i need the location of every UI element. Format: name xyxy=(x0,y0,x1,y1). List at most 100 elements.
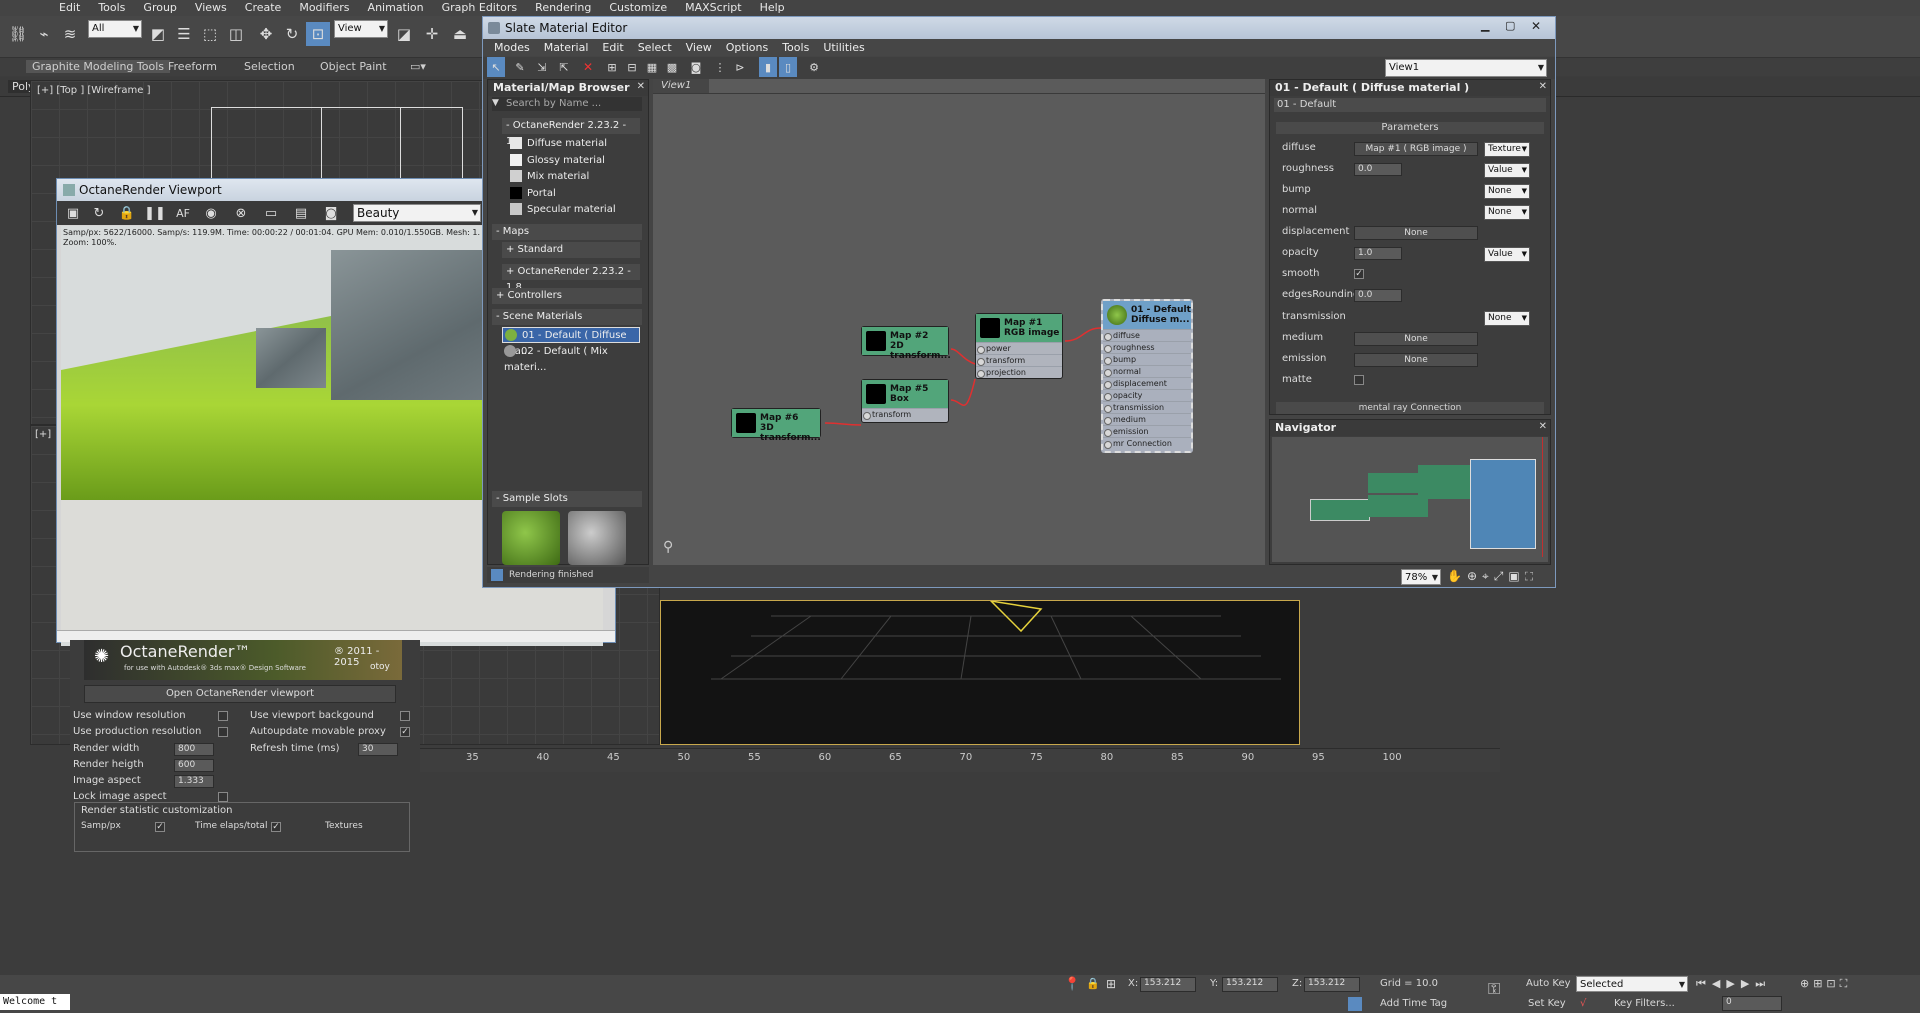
browser-close-icon[interactable]: ✕ xyxy=(637,81,645,92)
lock-icon[interactable]: 🔒 xyxy=(115,201,139,225)
menu-rendering[interactable]: Rendering xyxy=(526,0,600,16)
port-roughness[interactable]: roughness xyxy=(1103,341,1191,353)
port-diffuse[interactable]: diffuse xyxy=(1103,329,1191,341)
opacity-field[interactable]: 1.0 xyxy=(1354,247,1402,260)
menu-graph-editors[interactable]: Graph Editors xyxy=(433,0,527,16)
time-elaps-checkbox[interactable]: ✓ xyxy=(271,822,281,832)
camera-icon[interactable]: ◙ xyxy=(319,201,343,225)
tab-object-paint[interactable]: Object Paint xyxy=(320,60,387,73)
material-name-field[interactable]: 01 - Default xyxy=(1274,98,1546,112)
window-crossing-icon[interactable]: ◫ xyxy=(224,22,248,46)
rect-selection-icon[interactable]: ⬚ xyxy=(198,22,222,46)
medium-button[interactable]: None xyxy=(1354,332,1478,346)
menu-group[interactable]: Group xyxy=(134,0,186,16)
bind-spacewarp-icon[interactable]: ≋ xyxy=(58,22,82,46)
select-manipulate-icon[interactable]: ✛ xyxy=(420,22,444,46)
use-production-res-checkbox[interactable] xyxy=(218,727,228,737)
view-selector-dropdown[interactable]: View1 xyxy=(1385,59,1547,77)
current-frame-field[interactable]: 0 xyxy=(1722,996,1782,1011)
move-children-icon[interactable]: ⊞ xyxy=(603,57,621,77)
maxscript-listener[interactable]: Welcome t xyxy=(0,994,70,1010)
pick-material-icon[interactable]: ✎ xyxy=(511,57,529,77)
absolute-mode-icon[interactable]: ⊞ xyxy=(1106,977,1116,991)
diffuse-map-button[interactable]: Map #1 ( RGB image ) xyxy=(1354,142,1478,156)
image-aspect-field[interactable]: 1.333 xyxy=(174,775,214,788)
ref-coord-dropdown[interactable]: View xyxy=(334,20,388,38)
pivot-icon[interactable]: ◪ xyxy=(392,22,416,46)
keyboard-shortcut-icon[interactable]: ⏏ xyxy=(448,22,472,46)
af-icon[interactable]: AF xyxy=(171,201,195,225)
menu-modifiers[interactable]: Modifiers xyxy=(290,0,358,16)
unlink-icon[interactable]: ⌁ xyxy=(32,22,56,46)
slate-menu-tools[interactable]: Tools xyxy=(775,39,816,56)
move-icon[interactable]: ✥ xyxy=(254,22,278,46)
tab-selection[interactable]: Selection xyxy=(244,60,295,73)
param-editor-toggle-icon[interactable]: ▯ xyxy=(779,57,797,77)
autoupdate-checkbox[interactable]: ✓ xyxy=(400,727,410,737)
assign-material-icon[interactable]: ⇱ xyxy=(555,57,573,77)
roughness-field[interactable]: 0.0 xyxy=(1354,163,1402,176)
select-by-material-icon[interactable]: ⚙ xyxy=(805,57,823,77)
parameters-rollout[interactable]: Parameters xyxy=(1276,122,1544,134)
slate-menu-modes[interactable]: Modes xyxy=(487,39,537,56)
set-key-button[interactable]: Set Key xyxy=(1528,998,1566,1009)
set-key-icon[interactable]: √ xyxy=(1580,998,1586,1009)
view-nav-icons[interactable]: ✋⊕⌖⤢▣⛶ xyxy=(1447,569,1538,584)
displacement-button[interactable]: None xyxy=(1354,226,1478,240)
sample-type-icon[interactable]: ◙ xyxy=(687,57,705,77)
tab-graphite[interactable]: Graphite Modeling Tools xyxy=(26,60,171,73)
show-map-icon[interactable]: ▦ xyxy=(643,57,661,77)
node-map5[interactable]: Map #5 Box transform xyxy=(861,379,949,423)
use-window-res-checkbox[interactable] xyxy=(218,711,228,721)
port-transform[interactable]: transform xyxy=(976,354,1062,366)
search-dropdown-icon[interactable]: ▼ xyxy=(492,98,499,108)
group-maps[interactable]: - Maps xyxy=(492,224,642,240)
browser-toggle-icon[interactable]: ▮ xyxy=(759,57,777,77)
zoom-dropdown[interactable]: 78% xyxy=(1401,569,1441,586)
key-filters-button[interactable]: Key Filters... xyxy=(1614,998,1675,1009)
delete-icon[interactable]: ✕ xyxy=(579,57,597,77)
node-map1[interactable]: Map #1 RGB image power transform projecti… xyxy=(975,313,1063,379)
menu-customize[interactable]: Customize xyxy=(600,0,676,16)
scale-icon[interactable]: ⊡ xyxy=(306,22,330,46)
lock-selection-icon[interactable]: 🔒 xyxy=(1086,977,1100,990)
menu-edit[interactable]: Edit xyxy=(50,0,89,16)
lock-aspect-checkbox[interactable] xyxy=(218,792,228,802)
group-sample-slots[interactable]: - Sample Slots xyxy=(492,491,642,507)
add-time-tag-icon[interactable] xyxy=(1348,997,1362,1011)
put-to-scene-icon[interactable]: ⇲ xyxy=(533,57,551,77)
tab-freeform[interactable]: Freeform xyxy=(168,60,217,73)
slate-menu-material[interactable]: Material xyxy=(537,39,596,56)
select-tool-icon[interactable]: ↖ xyxy=(487,57,505,77)
bump-mode-dropdown[interactable]: None xyxy=(1484,184,1530,199)
open-octane-viewport-button[interactable]: Open OctaneRender viewport xyxy=(84,685,396,703)
save-image-icon[interactable]: ▣ xyxy=(61,201,85,225)
sample-slot-2[interactable] xyxy=(568,511,626,565)
group-standard-maps[interactable]: + Standard xyxy=(502,242,640,258)
browser-material-item[interactable]: Mix material xyxy=(502,169,640,185)
port-projection[interactable]: projection xyxy=(976,366,1062,378)
clay-mode-icon[interactable]: ⊗ xyxy=(229,201,253,225)
background-icon[interactable]: ▩ xyxy=(663,57,681,77)
navigator-close-icon[interactable]: ✕ xyxy=(1539,421,1547,432)
link-icon[interactable]: ⛓ xyxy=(6,22,30,46)
render-width-field[interactable]: 800 xyxy=(174,743,214,756)
group-scene-materials[interactable]: - Scene Materials xyxy=(492,309,642,325)
samp-px-checkbox[interactable]: ✓ xyxy=(155,822,165,832)
port-medium[interactable]: medium xyxy=(1103,413,1191,425)
color-picker-icon[interactable]: ◉ xyxy=(199,201,223,225)
pin-icon[interactable]: 📍 xyxy=(1064,977,1080,992)
browser-material-item[interactable]: Specular material xyxy=(502,202,640,218)
group-octane-maps[interactable]: + OctaneRender 2.23.2 - 1.8 xyxy=(502,264,640,293)
port-mr-connection[interactable]: mr Connection xyxy=(1103,437,1191,449)
slate-titlebar[interactable]: Slate Material Editor xyxy=(483,17,1555,39)
browser-material-item[interactable]: Diffuse material xyxy=(502,136,640,152)
scene-material-2[interactable]: 02 - Default ( Mix materi... xyxy=(502,344,640,373)
slate-menu-view[interactable]: View xyxy=(679,39,719,56)
timeline-ruler[interactable]: 35 40 45 50 55 60 65 70 75 80 85 90 95 100 xyxy=(420,748,1500,772)
add-time-tag[interactable]: Add Time Tag xyxy=(1380,998,1447,1009)
viewport-top-label[interactable]: [+] [Top ] [Wireframe ] xyxy=(37,85,151,96)
browser-search-input[interactable]: Search by Name ... xyxy=(492,97,642,111)
viewport-left-label[interactable]: [+] xyxy=(35,429,51,440)
use-viewport-bg-checkbox[interactable] xyxy=(400,711,410,721)
